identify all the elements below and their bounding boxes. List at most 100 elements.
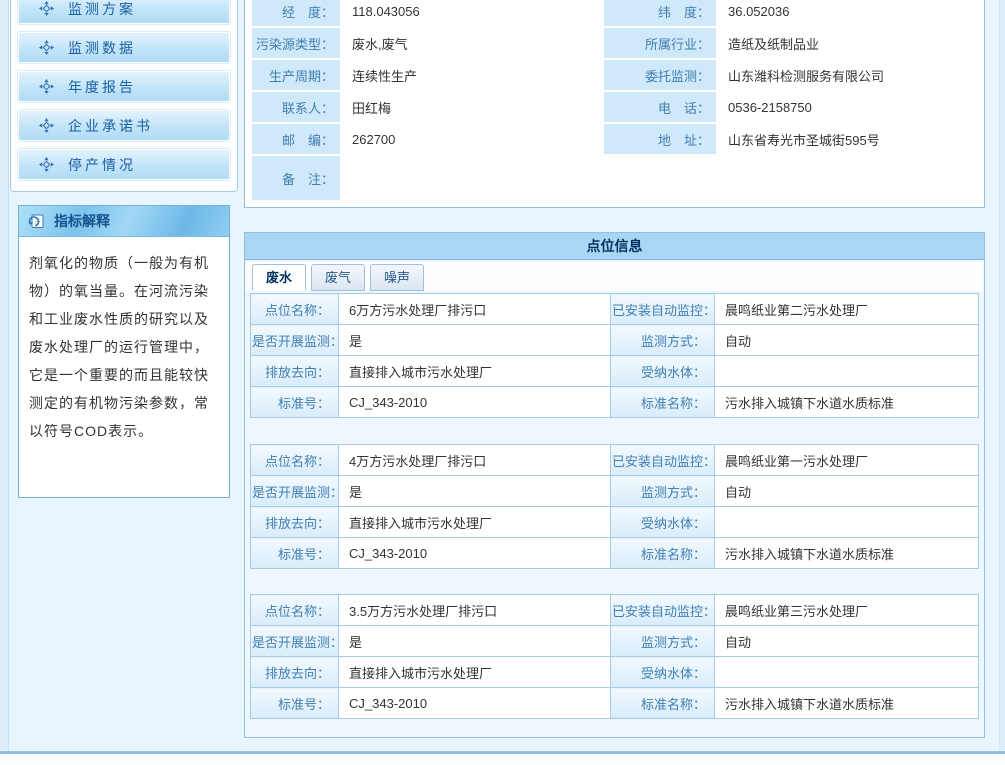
tab-wastewater[interactable]: 废水 [252, 264, 306, 291]
table-row: 是否开展监测： 是 监测方式： 自动 [251, 476, 979, 507]
field-value: 山东潍科检测服务有限公司 [718, 60, 977, 90]
field-value: 连续性生产 [342, 60, 602, 90]
document-refresh-icon [28, 212, 46, 230]
field-label: 标准号： [251, 387, 339, 418]
table-row: 经 度： 118.043056 纬 度： 36.052036 [252, 0, 977, 26]
field-label: 委托监测： [604, 60, 716, 90]
field-value: 自动 [715, 325, 979, 356]
field-label: 已安装自动监控： [611, 595, 715, 626]
field-value: 36.052036 [718, 0, 977, 26]
field-value [715, 507, 979, 538]
tab-waste-gas[interactable]: 废气 [311, 264, 365, 291]
field-value: 晨鸣纸业第一污水处理厂 [715, 445, 979, 476]
sidebar-item-label: 年度报告 [68, 77, 136, 97]
compass-arrows-icon [39, 40, 54, 55]
field-label: 排放去向： [251, 657, 339, 688]
field-label: 排放去向： [251, 507, 339, 538]
field-value: 0536-2158750 [718, 92, 977, 122]
compass-arrows-icon [39, 118, 54, 133]
field-label: 排放去向： [251, 356, 339, 387]
field-label: 点位名称： [251, 445, 339, 476]
field-label: 地 址： [604, 124, 716, 154]
page-left-edge [0, 0, 9, 752]
field-value: CJ_343-2010 [339, 538, 611, 569]
table-row: 点位名称： 4万方污水处理厂排污口 已安装自动监控： 晨鸣纸业第一污水处理厂 [251, 445, 979, 476]
sidebar-item-shutdown[interactable]: 停产情况 [18, 149, 230, 180]
sidebar-item-label: 监测方案 [68, 0, 136, 19]
tab-bar: 废水 废气 噪声 [252, 264, 424, 291]
page-right-edge [999, 0, 1005, 752]
field-value [342, 156, 977, 200]
field-label: 经 度： [252, 0, 340, 26]
field-value: 污水排入城镇下水道水质标准 [715, 387, 979, 418]
field-value: 3.5万方污水处理厂排污口 [339, 595, 611, 626]
field-value: 是 [339, 325, 611, 356]
field-label: 污染源类型： [252, 28, 340, 58]
field-label: 监测方式： [611, 325, 715, 356]
indicator-explain-text: 剂氧化的物质（一般为有机物）的氧当量。在河流污染和工业废水性质的研究以及废水处理… [19, 237, 229, 445]
field-value: 田红梅 [342, 92, 602, 122]
table-row: 污染源类型： 废水,废气 所属行业： 造纸及纸制品业 [252, 28, 977, 58]
field-label: 所属行业： [604, 28, 716, 58]
point-table-1: 点位名称： 6万方污水处理厂排污口 已安装自动监控： 晨鸣纸业第二污水处理厂 是… [250, 293, 979, 418]
field-value [715, 657, 979, 688]
point-table-3: 点位名称： 3.5万方污水处理厂排污口 已安装自动监控： 晨鸣纸业第三污水处理厂… [250, 594, 979, 719]
field-value: 晨鸣纸业第三污水处理厂 [715, 595, 979, 626]
table-row: 标准号： CJ_343-2010 标准名称： 污水排入城镇下水道水质标准 [251, 387, 979, 418]
point-info-title: 点位信息 [245, 233, 984, 260]
field-value: CJ_343-2010 [339, 688, 611, 719]
field-label: 标准号： [251, 688, 339, 719]
sidebar-item-annual-report[interactable]: 年度报告 [18, 71, 230, 102]
field-label: 生产周期： [252, 60, 340, 90]
field-label: 标准号： [251, 538, 339, 569]
field-label: 受纳水体： [611, 356, 715, 387]
field-value: 4万方污水处理厂排污口 [339, 445, 611, 476]
enterprise-info-table: 企业法人： 陈洪国 组织机构代码： 61358898-6 经 度： 118.04… [250, 0, 979, 202]
table-row: 是否开展监测： 是 监测方式： 自动 [251, 325, 979, 356]
field-label: 邮 编： [252, 124, 340, 154]
table-row: 排放去向： 直接排入城市污水处理厂 受纳水体： [251, 356, 979, 387]
field-label: 监测方式： [611, 626, 715, 657]
page: 监测方案 监测数据 年度报告 企业承诺书 停产情况 [0, 0, 1005, 765]
field-value: CJ_343-2010 [339, 387, 611, 418]
field-label: 点位名称： [251, 595, 339, 626]
field-value: 自动 [715, 626, 979, 657]
field-label: 已安装自动监控： [611, 294, 715, 325]
point-info-panel: 点位信息 废水 废气 噪声 点位名称： 6万方污水处理厂排污口 已安装自动监控：… [244, 232, 985, 738]
sidebar-item-commitment[interactable]: 企业承诺书 [18, 110, 230, 141]
field-label: 已安装自动监控： [611, 445, 715, 476]
field-value: 262700 [342, 124, 602, 154]
compass-arrows-icon [39, 157, 54, 172]
field-value: 直接排入城市污水处理厂 [339, 507, 611, 538]
table-row: 排放去向： 直接排入城市污水处理厂 受纳水体： [251, 657, 979, 688]
field-value: 自动 [715, 476, 979, 507]
field-label: 备 注： [252, 156, 340, 200]
sidebar-item-monitor-data[interactable]: 监测数据 [18, 32, 230, 63]
field-label: 电 话： [604, 92, 716, 122]
field-label: 受纳水体： [611, 507, 715, 538]
indicator-explain-header: 指标解释 [19, 206, 229, 237]
field-value: 造纸及纸制品业 [718, 28, 977, 58]
table-row: 生产周期： 连续性生产 委托监测： 山东潍科检测服务有限公司 [252, 60, 977, 90]
table-row: 邮 编： 262700 地 址： 山东省寿光市圣城街595号 [252, 124, 977, 154]
field-value: 直接排入城市污水处理厂 [339, 356, 611, 387]
field-label: 标准名称： [611, 538, 715, 569]
indicator-explain-title: 指标解释 [54, 211, 110, 231]
point-table-2: 点位名称： 4万方污水处理厂排污口 已安装自动监控： 晨鸣纸业第一污水处理厂 是… [250, 444, 979, 569]
page-bottom-area [0, 754, 1005, 765]
table-row: 标准号： CJ_343-2010 标准名称： 污水排入城镇下水道水质标准 [251, 688, 979, 719]
tab-noise[interactable]: 噪声 [370, 264, 424, 291]
field-value: 污水排入城镇下水道水质标准 [715, 688, 979, 719]
sidebar-item-label: 停产情况 [68, 155, 136, 175]
field-label: 受纳水体： [611, 657, 715, 688]
enterprise-info-panel: 企业法人： 陈洪国 组织机构代码： 61358898-6 经 度： 118.04… [244, 0, 985, 208]
field-label: 纬 度： [604, 0, 716, 26]
field-value [715, 356, 979, 387]
field-value: 晨鸣纸业第二污水处理厂 [715, 294, 979, 325]
compass-arrows-icon [39, 79, 54, 94]
field-value: 废水,废气 [342, 28, 602, 58]
sidebar-item-monitor-plan[interactable]: 监测方案 [18, 0, 230, 24]
sidebar-item-label: 企业承诺书 [68, 116, 153, 136]
field-value: 6万方污水处理厂排污口 [339, 294, 611, 325]
field-label: 是否开展监测： [251, 626, 339, 657]
